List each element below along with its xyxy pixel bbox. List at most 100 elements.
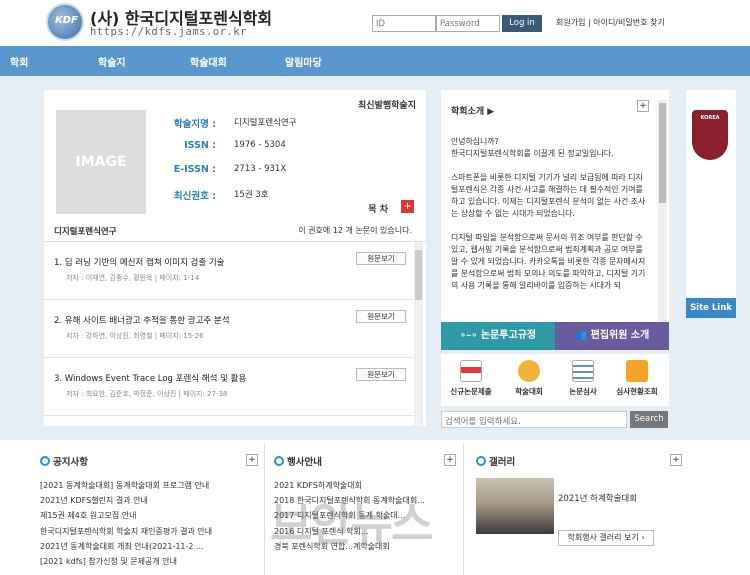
events-title-text: 행사안내 (287, 457, 322, 468)
paper-title[interactable]: 2. 유해 사이트 배너광고 추적을 통한 광고주 분석 (54, 314, 230, 326)
gallery-plus-icon[interactable]: + (670, 454, 682, 466)
notice-plus-icon[interactable]: + (246, 454, 258, 466)
about-plus-icon[interactable]: + (637, 100, 649, 112)
gallery-view-button[interactable]: 학회행사 갤러리 보기 › (558, 530, 654, 546)
paper-count: 이 권호에 12 개 논문이 있습니다. (298, 226, 412, 235)
paper-list-scrollbar[interactable] (414, 242, 423, 426)
korea-university-logo[interactable]: KOREA (692, 110, 728, 160)
latest-journal-title: 최신발행학술지 (358, 101, 416, 111)
about-text: 안녕하십니까? 한국디지털포렌식학회를 이끌게 된 정교일입니다. 스마트폰을 … (451, 136, 649, 292)
about-paragraph: 디지털 파일을 분석함으로써 문서의 위조 여부를 판단할 수 있고, 웹서핑 … (451, 233, 646, 290)
quick-label: 논문심사 (569, 387, 597, 396)
toc-label[interactable]: 목 차 (368, 202, 388, 215)
paper-title[interactable]: 1. 딥 러닝 기반의 메신저 캡쳐 이미지 검출 기술 (54, 256, 225, 268)
field-value: 디지털포렌식연구 (234, 118, 297, 128)
field-value: 1976 - 5304 (234, 140, 286, 150)
view-fulltext-button[interactable]: 원문보기 (356, 310, 406, 323)
quick-conference[interactable]: 학술대회 (503, 360, 555, 397)
divider (264, 444, 265, 575)
field-label: ISSN : (184, 140, 216, 151)
view-fulltext-button[interactable]: 원문보기 (356, 368, 406, 381)
paper-meta: 저자 : 강하연, 이상진, 최영철 | 페이지: 15-26 (66, 332, 204, 340)
list-item: 3. Windows Event Trace Log 포렌식 해석 및 활용 저… (44, 358, 414, 416)
site-link-panel: KOREA Site Link (686, 90, 736, 318)
circle-icon (476, 456, 486, 466)
about-panel: 학회소개 ▶ + 안녕하십니까? 한국디지털포렌식학회를 이끌게 된 정교일입니… (441, 90, 669, 322)
search-button[interactable]: Search (630, 411, 668, 428)
about-scrollbar[interactable] (658, 100, 667, 322)
list-item: 2. 유해 사이트 배너광고 추적을 통한 광고주 분석 저자 : 강하연, 이… (44, 300, 414, 358)
account-links[interactable]: 회원가입 | 아이디/비밀번호 찾기 (556, 17, 665, 28)
paper-list-header: 디지털포렌식연구 이 권호에 12 개 논문이 있습니다. (44, 220, 426, 242)
latest-journal-panel: 최신발행학술지 IMAGE 학술지명 : 디지털포렌식연구 ISSN : 197… (44, 90, 426, 426)
about-title[interactable]: 학회소개 ▶ (451, 104, 494, 117)
quick-links: 신규논문제출 학술대회 논문심사 심사현황조회 (441, 354, 669, 406)
nav-item-notice[interactable]: 알림마당 (285, 54, 322, 69)
editor-intro-button[interactable]: 👥 편집위원 소개 (555, 322, 669, 350)
login-id-input[interactable]: ID (372, 15, 436, 32)
search-input[interactable]: 검색어를 입력하세요. (441, 411, 627, 428)
field-value: 2713 - 931X (234, 164, 287, 174)
people-icon: 👥 (574, 330, 591, 341)
paper-meta: 저자 : 최요한, 김준호, 박정준, 이상진 | 페이지: 27-38 (66, 390, 228, 398)
document-icon (460, 360, 482, 382)
divider (463, 444, 464, 575)
gallery-title-text: 갤러리 (489, 457, 516, 468)
quick-label: 신규논문제출 (450, 387, 492, 396)
events-plus-icon[interactable]: + (444, 454, 456, 466)
list-item[interactable]: 2021년 동계학술대회 개최 안내(2021-11-2 ... (40, 539, 212, 554)
paper-meta: 저자 : 이재연, 김중수, 황원욱 | 페이지: 1-14 (66, 274, 200, 282)
quick-review[interactable]: 논문심사 (557, 360, 609, 397)
editor-intro-label: 편집위원 소개 (590, 330, 650, 341)
folder-icon (626, 360, 648, 382)
submission-link-icon: ∘–∘ (459, 330, 481, 341)
journal-cover-image: IMAGE (56, 110, 146, 214)
quick-label: 학술대회 (515, 387, 543, 396)
toc-plus-icon[interactable]: + (401, 200, 414, 213)
about-paragraph: 안녕하십니까? 한국디지털포렌식학회를 이끌게 된 정교일입니다. (451, 137, 614, 158)
paper-list: 1. 딥 러닝 기반의 메신저 캡쳐 이미지 검출 기술 저자 : 이재연, 김… (44, 242, 426, 426)
notice-title-text: 공지사항 (53, 457, 88, 468)
gallery-photo[interactable] (476, 478, 554, 534)
submission-rules-button[interactable]: ∘–∘ 논문투고규정 (441, 322, 555, 350)
watermark: 보안뉴스 (270, 497, 433, 551)
field-label: 학술지명 : (173, 119, 216, 130)
paper-list-journal: 디지털포렌식연구 (54, 227, 117, 237)
login-button[interactable]: Log in (502, 15, 542, 32)
main-nav: 학회 학술지 학술대회 알림마당 (0, 46, 750, 76)
list-item: 1. 딥 러닝 기반의 메신저 캡쳐 이미지 검출 기술 저자 : 이재연, 김… (44, 242, 414, 300)
about-paragraph: 스마트폰을 비롯한 디지털 기기가 널리 보급됨에 따라 디지털포렌식은 각종 … (451, 173, 646, 218)
list-item[interactable]: [2021 kdfs] 참가신청 및 문제공개 안내 (40, 554, 212, 569)
nav-item-journal[interactable]: 학술지 (98, 54, 126, 69)
field-label: 최신권호 : (173, 191, 216, 202)
list-item[interactable]: [2021 동계학술대회] 동계학술대회 프로그램 안내 (40, 478, 212, 493)
quick-new-paper[interactable]: 신규논문제출 (445, 360, 497, 397)
view-fulltext-button[interactable]: 원문보기 (356, 252, 406, 265)
notice-board: 공지사항 + [2021 동계학술대회] 동계학술대회 프로그램 안내 2021… (40, 454, 258, 575)
login-password-input[interactable]: Password (436, 15, 500, 32)
medal-icon (518, 360, 540, 382)
gallery-caption[interactable]: 2021년 하계학술대회 (558, 492, 637, 504)
list-item[interactable]: 2021년 KDFS챌린지 결과 안내 (40, 493, 212, 508)
list-item[interactable]: 한국디지털포렌식학회 학술지 재인증평가 결과 안내 (40, 524, 212, 539)
scrollbar-thumb[interactable] (415, 250, 422, 300)
list-item[interactable]: 제15권 제4호 원고모집 안내 (40, 508, 212, 523)
circle-icon (40, 456, 50, 466)
paper-title[interactable]: 3. Windows Event Trace Log 포렌식 해석 및 활용 (54, 372, 246, 384)
field-label: E-ISSN : (173, 164, 216, 175)
submission-rules-label: 논문투고규정 (480, 330, 537, 341)
site-url: https://kdfs.jams.or.kr (90, 26, 247, 38)
field-value: 15권 3호 (234, 190, 269, 200)
logo-text: KDF (55, 15, 78, 26)
gallery-title: 갤러리 (476, 454, 515, 468)
nav-item-conference[interactable]: 학술대회 (190, 54, 227, 69)
quick-review-status[interactable]: 심사현황조회 (611, 360, 663, 397)
site-link-label[interactable]: Site Link (686, 298, 736, 318)
scrollbar-thumb[interactable] (659, 103, 666, 203)
nav-item-society[interactable]: 학회 (10, 54, 28, 69)
circle-icon (274, 456, 284, 466)
events-title: 행사안내 (274, 454, 322, 468)
notice-title: 공지사항 (40, 454, 88, 468)
notice-list: [2021 동계학술대회] 동계학술대회 프로그램 안내 2021년 KDFS챌… (40, 478, 212, 569)
checklist-icon (572, 360, 594, 382)
